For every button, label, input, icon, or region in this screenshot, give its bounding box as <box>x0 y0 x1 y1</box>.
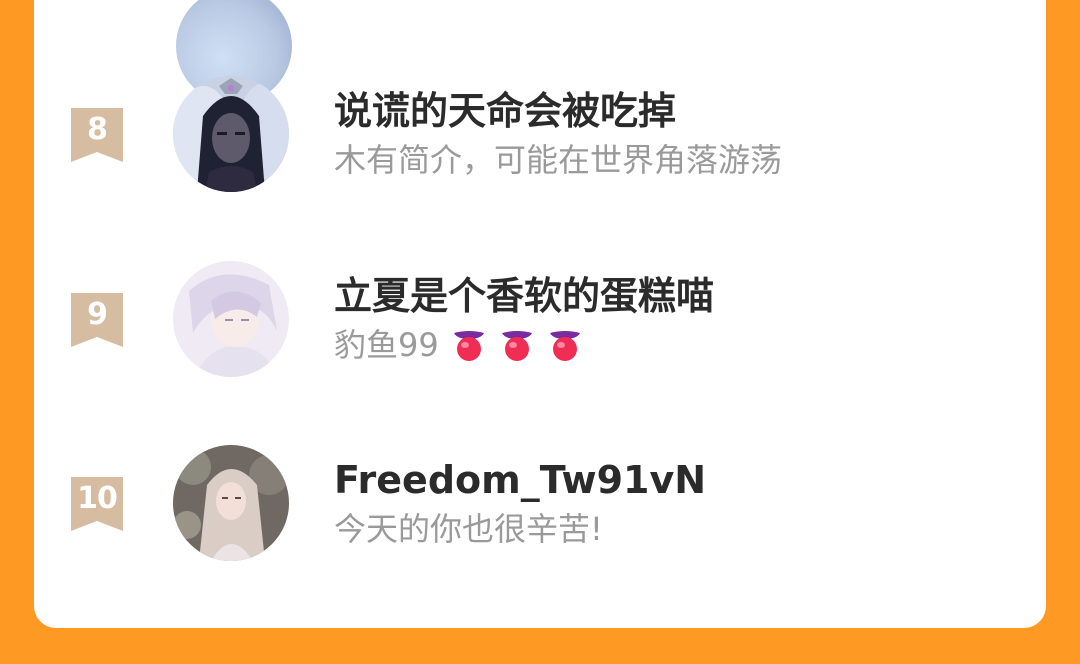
rank-number: 10 <box>77 481 118 516</box>
rank-number: 9 <box>87 297 108 332</box>
user-name[interactable]: 立夏是个香软的蛋糕喵 <box>334 273 714 319</box>
rank-badge: 9 <box>71 293 123 347</box>
rank-number: 8 <box>87 112 108 147</box>
user-avatar[interactable] <box>173 445 289 561</box>
tongue-emoji-icon <box>501 331 532 361</box>
user-avatar[interactable] <box>173 261 289 377</box>
ranking-card: 8 说谎的天命会被吃掉 木有简介，可能在世界角落游荡 9 立夏是个香软的蛋糕喵 … <box>34 0 1046 628</box>
user-bio-text: 今天的你也很辛苦! <box>334 510 603 548</box>
user-bio: 今天的你也很辛苦! <box>334 509 603 549</box>
rank-badge: 10 <box>71 477 123 531</box>
user-bio: 豹鱼99 <box>334 325 583 365</box>
tongue-emoji-icon <box>453 331 484 361</box>
user-bio-text: 豹鱼99 <box>334 326 439 364</box>
tongue-emoji-icon <box>549 331 580 361</box>
ranking-row-9[interactable]: 9 立夏是个香软的蛋糕喵 豹鱼99 <box>34 261 1046 377</box>
user-bio: 木有简介，可能在世界角落游荡 <box>334 140 782 180</box>
user-bio-text: 木有简介，可能在世界角落游荡 <box>334 141 783 179</box>
user-name[interactable]: Freedom_Tw91vN <box>334 457 706 503</box>
ranking-row-10[interactable]: 10 Freedom_Tw91vN 今天的你也很辛苦! <box>34 445 1046 561</box>
rank-badge: 8 <box>71 108 123 162</box>
ranking-row-8[interactable]: 8 说谎的天命会被吃掉 木有简介，可能在世界角落游荡 <box>34 76 1046 192</box>
user-name[interactable]: 说谎的天命会被吃掉 <box>334 88 676 134</box>
user-avatar[interactable] <box>173 76 289 192</box>
